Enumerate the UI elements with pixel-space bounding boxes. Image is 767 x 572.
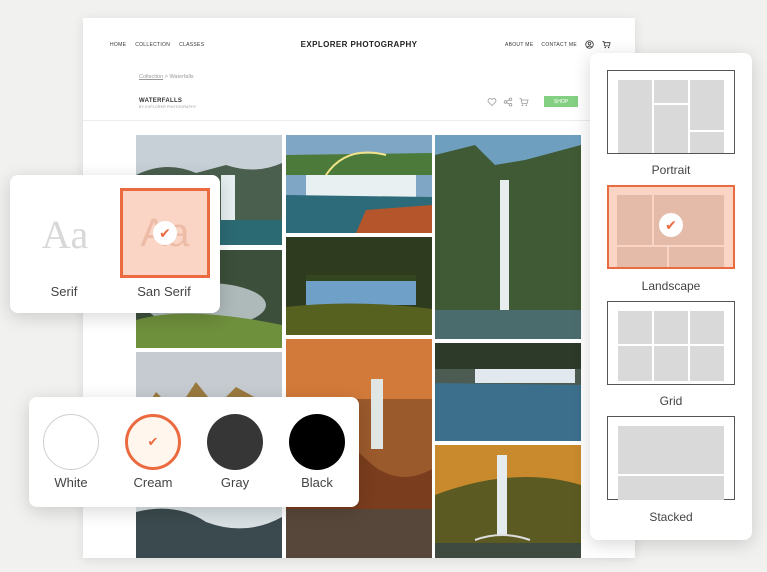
font-style-panel: Aa Serif Aa ✔ San Serif bbox=[10, 175, 220, 313]
breadcrumb-current: Waterfalls bbox=[169, 74, 194, 80]
layout-label-grid: Grid bbox=[659, 394, 683, 408]
waterfall-photo[interactable] bbox=[435, 343, 581, 441]
layout-option-grid[interactable] bbox=[607, 301, 735, 385]
check-icon: ✔ bbox=[153, 221, 177, 245]
check-icon: ✔ bbox=[147, 434, 159, 449]
shop-button[interactable]: SHOP bbox=[544, 96, 578, 107]
nav-contact-link[interactable]: CONTACT ME bbox=[541, 42, 577, 48]
breadcrumb-separator: > bbox=[164, 74, 168, 80]
font-label-sans-serif: San Serif bbox=[137, 284, 191, 299]
heart-icon[interactable] bbox=[487, 97, 497, 107]
secondary-nav: ABOUT ME CONTACT ME bbox=[505, 40, 611, 49]
font-option-serif[interactable]: Aa bbox=[20, 189, 110, 279]
font-option-sans-serif[interactable]: Aa ✔ bbox=[120, 188, 210, 278]
waterfall-photo[interactable] bbox=[286, 237, 432, 335]
background-color-panel: White ✔ Cream Gray Black bbox=[29, 397, 359, 507]
font-sample-serif: Aa bbox=[41, 212, 89, 257]
cart-icon[interactable] bbox=[519, 97, 529, 107]
layout-option-landscape[interactable]: ✔ bbox=[607, 185, 735, 269]
font-label-serif: Serif bbox=[50, 284, 78, 299]
check-icon: ✔ bbox=[659, 213, 683, 237]
color-swatch-white[interactable] bbox=[43, 414, 99, 470]
gallery-subtitle: BY EXPLORER PHOTOGRAPHY bbox=[139, 105, 197, 109]
color-label-black: Black bbox=[301, 475, 333, 490]
layout-option-portrait[interactable] bbox=[607, 70, 735, 154]
color-label-gray: Gray bbox=[220, 475, 250, 490]
breadcrumb-collection-link[interactable]: Collection bbox=[139, 74, 163, 80]
share-icon[interactable] bbox=[503, 97, 513, 107]
nav-about-link[interactable]: ABOUT ME bbox=[505, 42, 533, 48]
color-label-cream: Cream bbox=[133, 475, 173, 490]
color-swatch-gray[interactable] bbox=[207, 414, 263, 470]
waterfall-photo[interactable] bbox=[286, 135, 432, 233]
layout-option-stacked[interactable] bbox=[607, 416, 735, 500]
breadcrumb: Collection > Waterfalls bbox=[139, 74, 194, 80]
layout-label-portrait: Portrait bbox=[651, 163, 691, 177]
color-label-white: White bbox=[54, 475, 88, 490]
layout-label-stacked: Stacked bbox=[649, 510, 693, 524]
header-divider bbox=[83, 120, 635, 121]
color-swatch-cream[interactable]: ✔ bbox=[125, 414, 181, 470]
layout-label-landscape: Landscape bbox=[641, 279, 701, 293]
waterfall-photo[interactable] bbox=[435, 135, 581, 339]
gallery-title: WATERFALLS bbox=[139, 98, 183, 104]
user-icon[interactable] bbox=[585, 40, 594, 49]
waterfall-photo[interactable] bbox=[435, 445, 581, 558]
color-swatch-black[interactable] bbox=[289, 414, 345, 470]
gallery-actions: SHOP bbox=[487, 96, 578, 107]
layout-panel: Portrait ✔ Landscape Grid Stacked bbox=[590, 53, 752, 540]
cart-icon[interactable] bbox=[602, 40, 611, 49]
